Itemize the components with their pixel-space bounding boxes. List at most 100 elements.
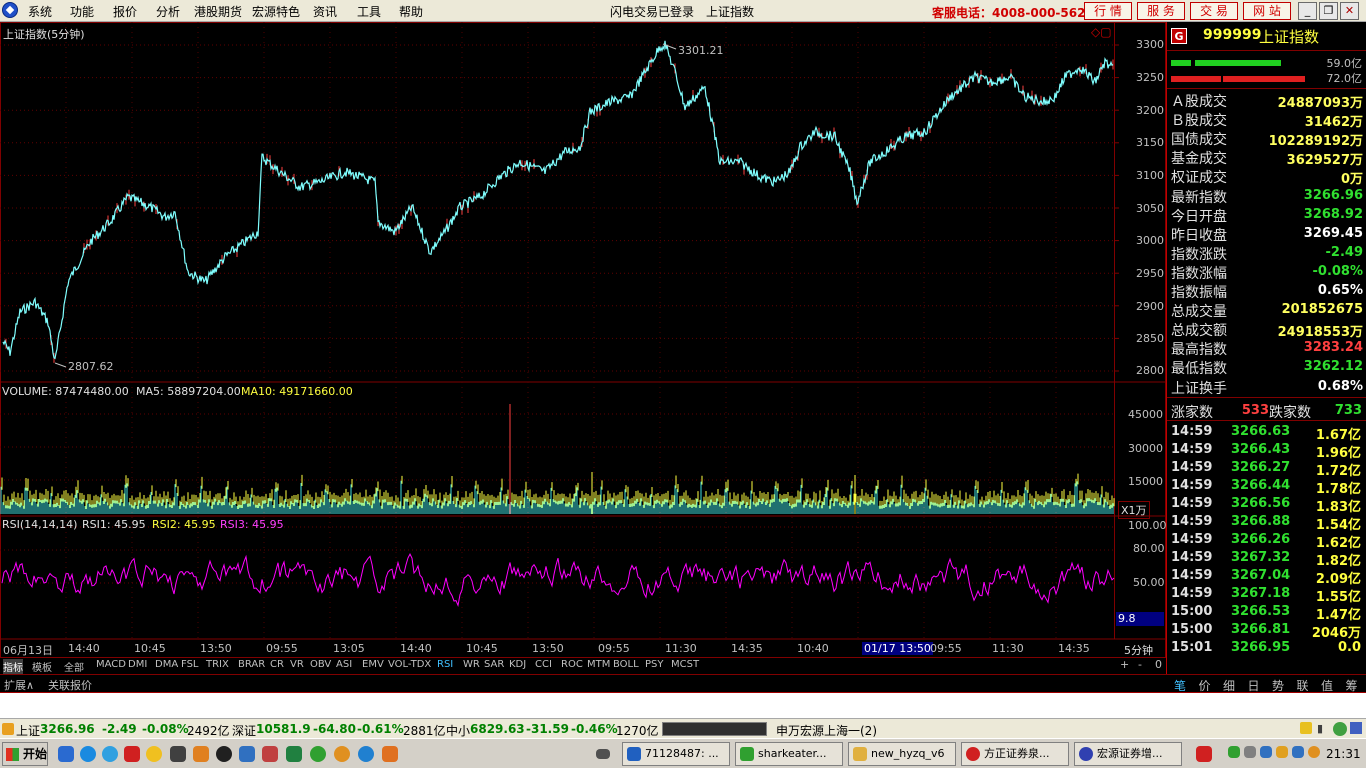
sz-index-name: 深证 — [232, 724, 257, 738]
start-button[interactable]: 开始 — [2, 742, 48, 766]
browser-icon[interactable] — [310, 746, 326, 762]
taskbar-item[interactable]: new_hyzq_v6 — [848, 742, 956, 766]
indicator-tab-vol-tdx[interactable]: VOL-TDX — [388, 659, 431, 670]
menu-hongyuan[interactable]: 宏源特色 — [252, 3, 300, 20]
tray-icon[interactable] — [1244, 746, 1256, 758]
indicator-tab-rsi[interactable]: RSI — [437, 659, 453, 670]
quote-row-value: 3283.24 — [1303, 340, 1363, 356]
tray-app-icon[interactable] — [1196, 746, 1212, 762]
indicator-tab-psy[interactable]: PSY — [645, 659, 664, 670]
tray-icon[interactable] — [1308, 746, 1320, 758]
quote-mode-button[interactable]: 行 情 — [1084, 2, 1132, 20]
zoom-out-button[interactable]: - — [1138, 658, 1142, 671]
service-mode-button[interactable]: 服 务 — [1137, 2, 1185, 20]
browser-icon[interactable] — [102, 746, 118, 762]
indicator-tab-dma[interactable]: DMA — [155, 659, 178, 670]
related-quote-tab[interactable]: 关联报价 — [48, 677, 92, 693]
taskbar-item[interactable]: 71128487: ... — [622, 742, 730, 766]
tray-icon[interactable] — [1228, 746, 1240, 758]
menu-hk-futures[interactable]: 港股期货 — [194, 3, 242, 20]
smiley-icon[interactable] — [146, 746, 162, 762]
app-icon[interactable] — [239, 746, 255, 762]
indicator-tab-cr[interactable]: CR — [270, 659, 284, 670]
menu-info[interactable]: 资讯 — [313, 3, 337, 20]
menu-tools[interactable]: 工具 — [357, 3, 381, 20]
keyboard-icon[interactable] — [596, 749, 610, 759]
indicator-tab-dmi[interactable]: DMI — [128, 659, 147, 670]
quote-row: 最高指数 3283.24 — [1171, 339, 1363, 358]
clock[interactable]: 21:31 — [1326, 747, 1361, 761]
menu-function[interactable]: 功能 — [70, 3, 94, 20]
rsi3-label: RSI3: 45.95 — [220, 518, 284, 531]
indicator-tab-boll[interactable]: BOLL — [613, 659, 639, 670]
quote-panel-tab[interactable]: 价 — [1199, 677, 1211, 694]
zoom-in-button[interactable]: + — [1120, 658, 1129, 671]
server-name[interactable]: 申万宏源上海一(2) — [776, 722, 877, 739]
indicator-tab-fsl[interactable]: FSL — [181, 659, 199, 670]
expand-tab[interactable]: 扩展∧ — [4, 677, 34, 693]
zoom-reset-button[interactable]: 0 — [1155, 658, 1162, 671]
taskbar-item[interactable]: sharkeater... — [735, 742, 843, 766]
indicator-tab-wr[interactable]: WR — [463, 659, 480, 670]
indicator-tab-mtm[interactable]: MTM — [587, 659, 610, 670]
tick-row: 14:59 3266.43 1.96亿 — [1171, 442, 1363, 461]
menu-quote[interactable]: 报价 — [113, 3, 137, 20]
restore-icon[interactable]: ❐ — [1319, 2, 1338, 20]
indicator-tab-obv[interactable]: OBV — [310, 659, 331, 670]
indicator-tab-模板[interactable]: 模板 — [32, 659, 52, 674]
indicator-tab-macd[interactable]: MACD — [96, 659, 126, 670]
ie-icon[interactable] — [80, 746, 96, 762]
menu-system[interactable]: 系统 — [28, 3, 52, 20]
minimize-icon[interactable]: _ — [1298, 2, 1317, 20]
indicator-tab-sar[interactable]: SAR — [484, 659, 504, 670]
trade-status: 闪电交易已登录 — [610, 5, 695, 19]
tick-time: 14:59 — [1171, 586, 1213, 601]
chrome-icon[interactable] — [334, 746, 350, 762]
period-selector[interactable]: 5分钟 — [1124, 642, 1153, 658]
kline-chart-svg[interactable] — [0, 22, 1166, 662]
chart-options-icon[interactable]: ◇▢ — [1091, 25, 1112, 39]
menu-analysis[interactable]: 分析 — [156, 3, 180, 20]
folder-icon[interactable] — [193, 746, 209, 762]
quote-panel-tab[interactable]: 笔 — [1174, 677, 1186, 694]
quote-panel-tab[interactable]: 联 — [1297, 677, 1309, 694]
menu-help[interactable]: 帮助 — [399, 3, 423, 20]
show-desktop-icon[interactable] — [58, 746, 74, 762]
close-icon[interactable]: ✕ — [1340, 2, 1359, 20]
settings-icon[interactable] — [1350, 722, 1362, 734]
chart-area[interactable]: 上证指数(5分钟) ◇▢ 3301.21 2807.62 3300 3250 3… — [0, 22, 1167, 662]
trade-mode-button[interactable]: 交 易 — [1190, 2, 1238, 20]
indicator-tab-指标[interactable]: 指标 — [3, 659, 23, 674]
quote-panel-tab[interactable]: 势 — [1272, 677, 1284, 694]
website-button[interactable]: 网 站 — [1243, 2, 1291, 20]
time-axis-label: 13:50 — [200, 642, 232, 655]
tray-icon[interactable] — [1260, 746, 1272, 758]
quote-panel-tab[interactable]: 筹 — [1346, 677, 1358, 694]
indicator-tab-trix[interactable]: TRIX — [206, 659, 229, 670]
indicator-tab-brar[interactable]: BRAR — [238, 659, 265, 670]
indicator-tab-asi[interactable]: ASI — [336, 659, 352, 670]
indicator-tab-roc[interactable]: ROC — [561, 659, 583, 670]
tray-icon[interactable] — [1292, 746, 1304, 758]
qq-icon[interactable] — [216, 746, 232, 762]
taskbar-item[interactable]: 宏源证券增... — [1074, 742, 1182, 766]
indicator-tab-全部[interactable]: 全部 — [64, 659, 84, 674]
media-icon[interactable] — [170, 746, 186, 762]
app-logo-icon[interactable] — [2, 2, 18, 18]
app-icon[interactable] — [286, 746, 302, 762]
app-icon[interactable] — [124, 746, 140, 762]
indicator-tab-mcst[interactable]: MCST — [671, 659, 699, 670]
app-icon[interactable] — [262, 746, 278, 762]
tray-icon[interactable] — [1276, 746, 1288, 758]
ie-icon[interactable] — [358, 746, 374, 762]
indicator-tab-vr[interactable]: VR — [290, 659, 304, 670]
indicator-tab-emv[interactable]: EMV — [362, 659, 384, 670]
quote-panel-tab[interactable]: 值 — [1321, 677, 1333, 694]
indicator-tab-kdj[interactable]: KDJ — [509, 659, 526, 670]
alert-icon[interactable] — [1300, 722, 1312, 734]
quote-panel-tab[interactable]: 日 — [1248, 677, 1260, 694]
taskbar-item[interactable]: 方正证券泉... — [961, 742, 1069, 766]
quote-panel-tab[interactable]: 细 — [1223, 677, 1235, 694]
indicator-tab-cci[interactable]: CCI — [535, 659, 552, 670]
app-icon[interactable] — [382, 746, 398, 762]
